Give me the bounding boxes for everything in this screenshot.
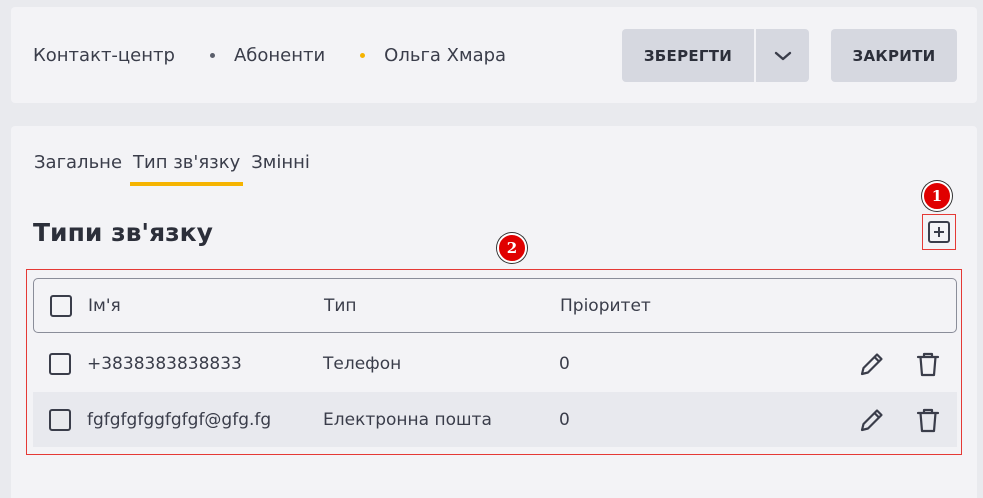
breadcrumb-separator-active (360, 53, 366, 58)
row-type: Електронна пошта (323, 409, 492, 430)
trash-icon (916, 408, 940, 432)
tab-general[interactable]: Загальне (34, 152, 122, 186)
tab-variables[interactable]: Змінні (251, 152, 310, 186)
edit-button[interactable] (857, 349, 887, 379)
content-panel: Загальне Тип зв'язку Змінні Типи зв'язку… (11, 126, 977, 498)
add-contact-type-button[interactable] (922, 214, 956, 250)
row-select-cell (49, 408, 71, 431)
breadcrumb-item-contact-center[interactable]: Контакт-центр (33, 45, 175, 66)
breadcrumb: Контакт-центр Абоненти Ольга Хмара (33, 45, 506, 66)
row-priority: 0 (559, 409, 570, 430)
column-header-priority[interactable]: Пріоритет (560, 296, 651, 316)
row-checkbox[interactable] (49, 352, 71, 375)
plus-square-icon (928, 221, 950, 243)
column-header-type[interactable]: Тип (324, 296, 357, 316)
table-row[interactable]: fgfgfgfggfgfgf@gfg.fg Електронна пошта 0 (33, 392, 957, 447)
pencil-icon (860, 352, 883, 375)
close-button[interactable]: ЗАКРИТИ (831, 29, 957, 82)
pencil-icon (860, 408, 883, 431)
row-select-cell (49, 352, 71, 375)
row-checkbox[interactable] (49, 408, 71, 431)
column-header-name[interactable]: Ім'я (88, 296, 121, 316)
select-all-cell (50, 294, 72, 317)
annotation-marker-2: 2 (497, 233, 527, 263)
table-header: Ім'я Тип Пріоритет (33, 278, 957, 333)
row-name: +3838383838833 (87, 353, 242, 374)
edit-button[interactable] (857, 405, 887, 435)
breadcrumb-separator (209, 53, 215, 58)
annotation-marker-1: 1 (922, 181, 952, 211)
row-priority: 0 (559, 353, 570, 374)
select-all-checkbox[interactable] (50, 294, 72, 317)
delete-button[interactable] (913, 405, 943, 435)
tab-bar: Загальне Тип зв'язку Змінні (34, 152, 318, 186)
save-dropdown-button[interactable] (756, 29, 809, 82)
header-bar: Контакт-центр Абоненти Ольга Хмара ЗБЕРЕ… (11, 7, 977, 103)
save-button[interactable]: ЗБЕРЕГТИ (622, 29, 754, 82)
contact-types-table: Ім'я Тип Пріоритет +3838383838833 Телефо… (26, 269, 962, 455)
table-row[interactable]: +3838383838833 Телефон 0 (33, 336, 957, 391)
tab-contact-type[interactable]: Тип зв'язку (130, 152, 244, 186)
row-type: Телефон (323, 353, 402, 374)
chevron-down-icon (774, 51, 791, 60)
trash-icon (916, 352, 940, 376)
row-name: fgfgfgfggfgfgf@gfg.fg (87, 409, 272, 430)
breadcrumb-item-current: Ольга Хмара (384, 45, 507, 66)
breadcrumb-item-subscribers[interactable]: Абоненти (234, 45, 325, 66)
delete-button[interactable] (913, 349, 943, 379)
section-title: Типи зв'язку (33, 218, 213, 247)
